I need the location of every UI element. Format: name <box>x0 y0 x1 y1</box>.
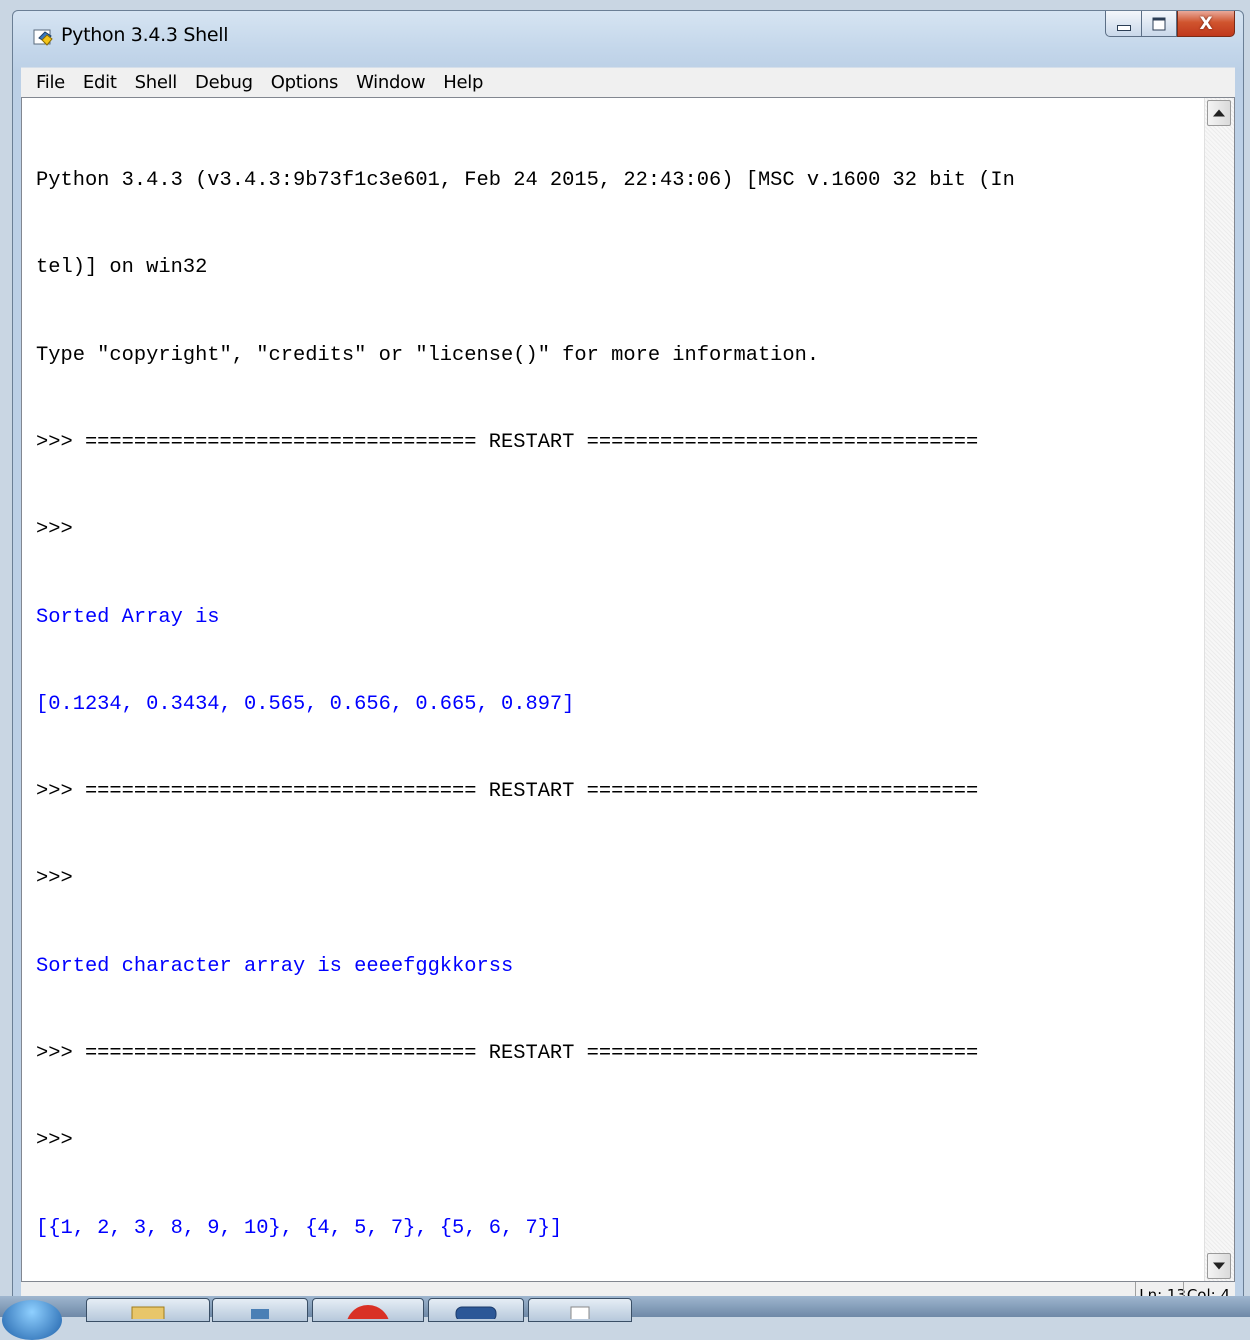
menu-bar: File Edit Shell Debug Options Window Hel… <box>21 67 1235 97</box>
console-output[interactable]: Python 3.4.3 (v3.4.3:9b73f1c3e601, Feb 2… <box>36 108 1200 1281</box>
console-line: >>> <box>36 867 85 891</box>
console-line: [0.1234, 0.3434, 0.565, 0.656, 0.665, 0.… <box>36 692 575 716</box>
console-line: Type "copyright", "credits" or "license(… <box>36 343 820 367</box>
minimize-button[interactable] <box>1105 11 1141 37</box>
scroll-down-icon <box>1213 1262 1225 1270</box>
close-icon: X <box>1199 13 1213 34</box>
console-line: >>> <box>36 518 85 542</box>
shell-text-area[interactable]: Python 3.4.3 (v3.4.3:9b73f1c3e601, Feb 2… <box>21 97 1235 1282</box>
console-line: Sorted character array is eeeefggkkorss <box>36 954 514 978</box>
caption-buttons: X <box>1105 11 1235 37</box>
console-line: >>> ================================ RES… <box>36 780 979 804</box>
title-bar[interactable]: Python 3.4.3 Shell X <box>13 11 1243 63</box>
idle-shell-window: Python 3.4.3 Shell X File Edit Shell Deb… <box>12 10 1244 1300</box>
scroll-up-button[interactable] <box>1207 100 1231 126</box>
vertical-scrollbar[interactable] <box>1204 98 1234 1281</box>
console-line: Sorted Array is <box>36 605 220 629</box>
menu-edit[interactable]: Edit <box>74 72 126 93</box>
maximize-icon <box>1152 17 1166 30</box>
taskbar-button-word[interactable] <box>428 1298 524 1322</box>
menu-debug[interactable]: Debug <box>186 72 262 93</box>
start-button[interactable] <box>2 1300 62 1340</box>
menu-window[interactable]: Window <box>347 72 434 93</box>
console-line: tel)] on win32 <box>36 256 208 280</box>
console-line: >>> <box>36 1129 85 1153</box>
scroll-up-icon <box>1213 109 1225 117</box>
scroll-down-button[interactable] <box>1207 1253 1231 1279</box>
taskbar-button-explorer[interactable] <box>86 1298 210 1322</box>
maximize-button[interactable] <box>1141 11 1177 37</box>
window-title: Python 3.4.3 Shell <box>61 24 229 46</box>
menu-file[interactable]: File <box>27 72 74 93</box>
console-line: >>> ================================ RES… <box>36 431 979 455</box>
taskbar-button-media[interactable] <box>212 1298 308 1322</box>
console-line: [{1, 2, 3, 8, 9, 10}, {4, 5, 7}, {5, 6, … <box>36 1216 563 1240</box>
taskbar <box>0 1296 1250 1340</box>
close-button[interactable]: X <box>1177 11 1235 37</box>
console-line: >>> ================================ RES… <box>36 1042 979 1065</box>
menu-help[interactable]: Help <box>434 72 492 93</box>
taskbar-button-document[interactable] <box>528 1298 632 1322</box>
menu-shell[interactable]: Shell <box>126 72 186 93</box>
menu-options[interactable]: Options <box>262 72 347 93</box>
python-idle-icon <box>33 29 53 46</box>
console-line: Python 3.4.3 (v3.4.3:9b73f1c3e601, Feb 2… <box>36 169 1015 193</box>
taskbar-button-browser[interactable] <box>312 1298 424 1322</box>
minimize-icon <box>1116 24 1131 31</box>
